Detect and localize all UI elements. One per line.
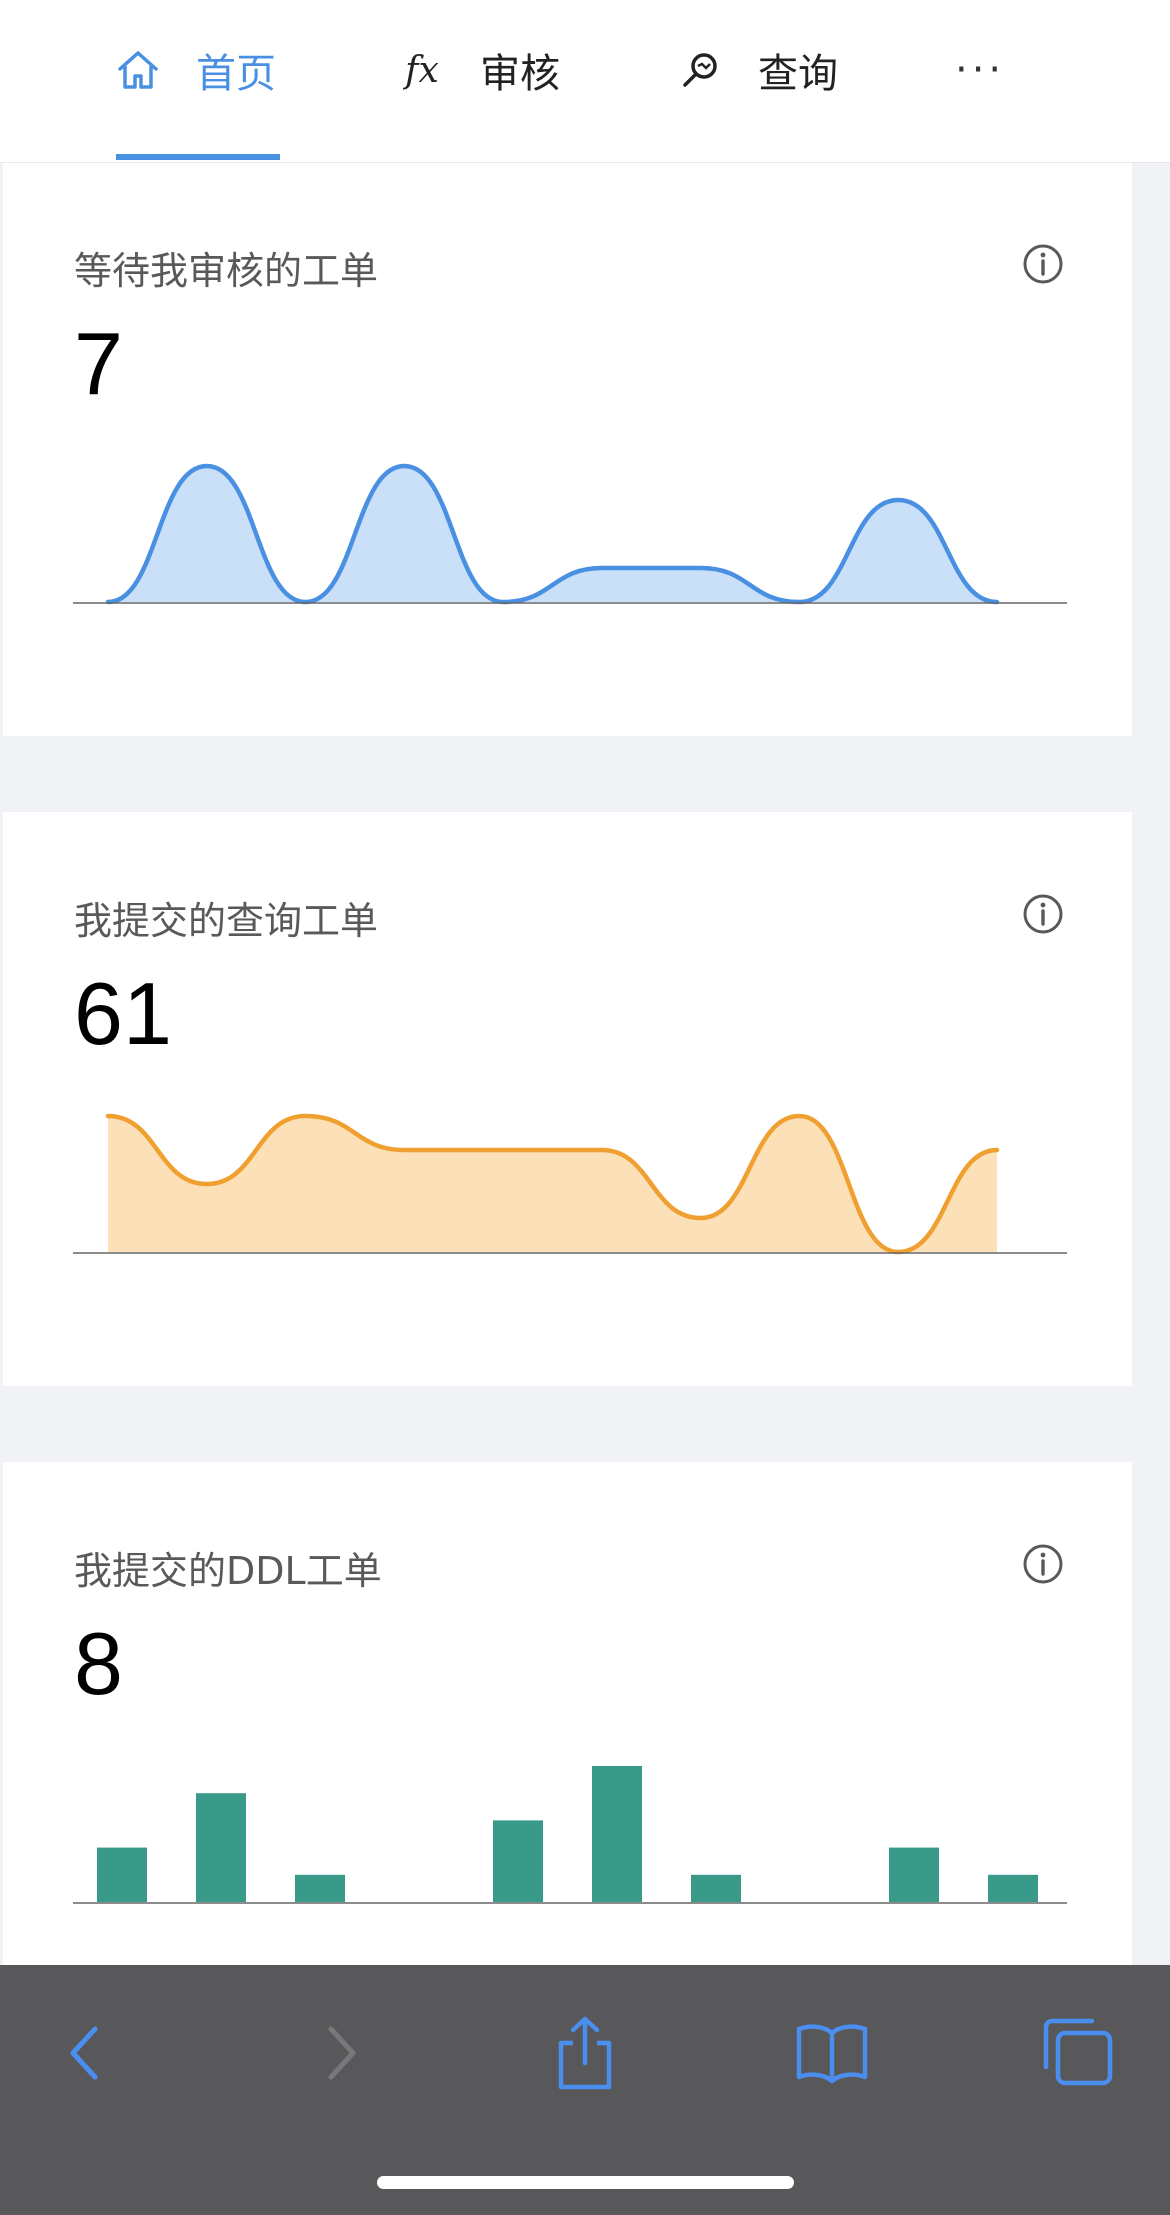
- tabs-icon: [1043, 2018, 1113, 2086]
- bar: [988, 1874, 1038, 1902]
- search-icon: [676, 46, 724, 94]
- card-value: 7: [74, 314, 123, 413]
- bookmarks-icon: [796, 2024, 868, 2084]
- share-icon: [558, 2016, 612, 2090]
- card-title: 我提交的查询工单: [74, 899, 379, 943]
- tabs-button[interactable]: [1038, 2013, 1118, 2093]
- bar: [196, 1793, 246, 1902]
- tab-query-label: 查询: [758, 51, 838, 97]
- pending-review-card: 等待我审核的工单 7: [3, 162, 1132, 736]
- pending-review-trend-chart: [73, 463, 1067, 605]
- query-orders-card: 我提交的查询工单 61: [3, 812, 1132, 1386]
- info-icon[interactable]: [1021, 892, 1065, 936]
- forward-icon: [328, 2026, 356, 2080]
- bar: [691, 1874, 741, 1902]
- card-value: 61: [74, 964, 172, 1063]
- info-icon[interactable]: [1021, 1542, 1065, 1586]
- info-icon[interactable]: [1021, 242, 1065, 286]
- home-indicator: [377, 2176, 794, 2189]
- more-menu-button[interactable]: ···: [955, 40, 1005, 100]
- back-button[interactable]: [46, 2013, 126, 2093]
- bar: [493, 1820, 543, 1902]
- back-icon: [70, 2026, 98, 2080]
- card-title: 我提交的DDL工单: [74, 1549, 382, 1593]
- tab-review[interactable]: fx 审核: [398, 40, 560, 100]
- active-tab-indicator: [116, 154, 280, 160]
- tab-home[interactable]: 首页: [114, 40, 276, 100]
- card-value: 8: [74, 1614, 123, 1713]
- tab-review-label: 审核: [480, 51, 560, 97]
- query-orders-trend-chart: [73, 1113, 1067, 1255]
- ddl-orders-bar-chart: [73, 1766, 1067, 1904]
- home-icon: [114, 46, 162, 94]
- bar: [295, 1874, 345, 1902]
- area-fill: [108, 1116, 997, 1252]
- area-fill: [108, 466, 997, 602]
- top-navigation: 首页 fx 审核 查询 ···: [0, 0, 1170, 163]
- forward-button[interactable]: [300, 2013, 380, 2093]
- bookmarks-button[interactable]: [792, 2013, 872, 2093]
- bar: [97, 1847, 147, 1902]
- bar: [592, 1766, 642, 1902]
- fx-icon: fx: [405, 49, 439, 91]
- tab-query[interactable]: 查询: [676, 40, 838, 100]
- card-title: 等待我审核的工单: [74, 249, 379, 293]
- share-button[interactable]: [545, 2013, 625, 2093]
- tab-home-label: 首页: [196, 51, 276, 97]
- bar: [889, 1847, 939, 1902]
